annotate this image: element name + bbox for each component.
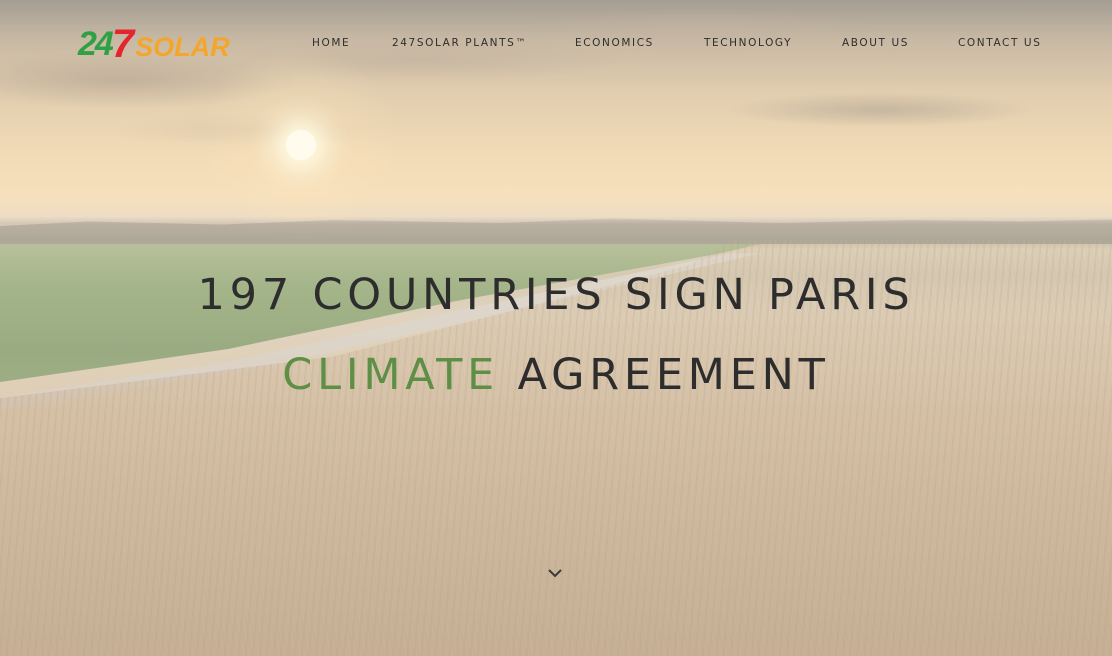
nav-economics[interactable]: ECONOMICS [575, 37, 654, 49]
hero-headline-line-2: CLIMATE AGREEMENT [0, 350, 1112, 400]
page: 247 SOLAR HOME 247SOLAR PLANTS™ ECONOMIC… [0, 0, 1112, 656]
site-header: 247 SOLAR HOME 247SOLAR PLANTS™ ECONOMIC… [0, 0, 1112, 90]
hero-headline-rest: AGREEMENT [517, 350, 830, 400]
hero-headline-line-1: 197 COUNTRIES SIGN PARIS [197, 270, 915, 320]
nav-home[interactable]: HOME [312, 37, 350, 49]
nav-contact-us[interactable]: CONTACT US [958, 37, 1041, 49]
nav-about-us[interactable]: ABOUT US [842, 37, 909, 49]
nav-technology[interactable]: TECHNOLOGY [704, 37, 792, 49]
hero-accent-word: CLIMATE [282, 350, 500, 400]
main-nav: HOME 247SOLAR PLANTS™ ECONOMICS TECHNOLO… [0, 37, 1112, 51]
nav-247solar-plants[interactable]: 247SOLAR PLANTS™ [392, 37, 528, 49]
background-overlay [0, 0, 1112, 656]
chevron-down-icon[interactable] [546, 565, 564, 579]
